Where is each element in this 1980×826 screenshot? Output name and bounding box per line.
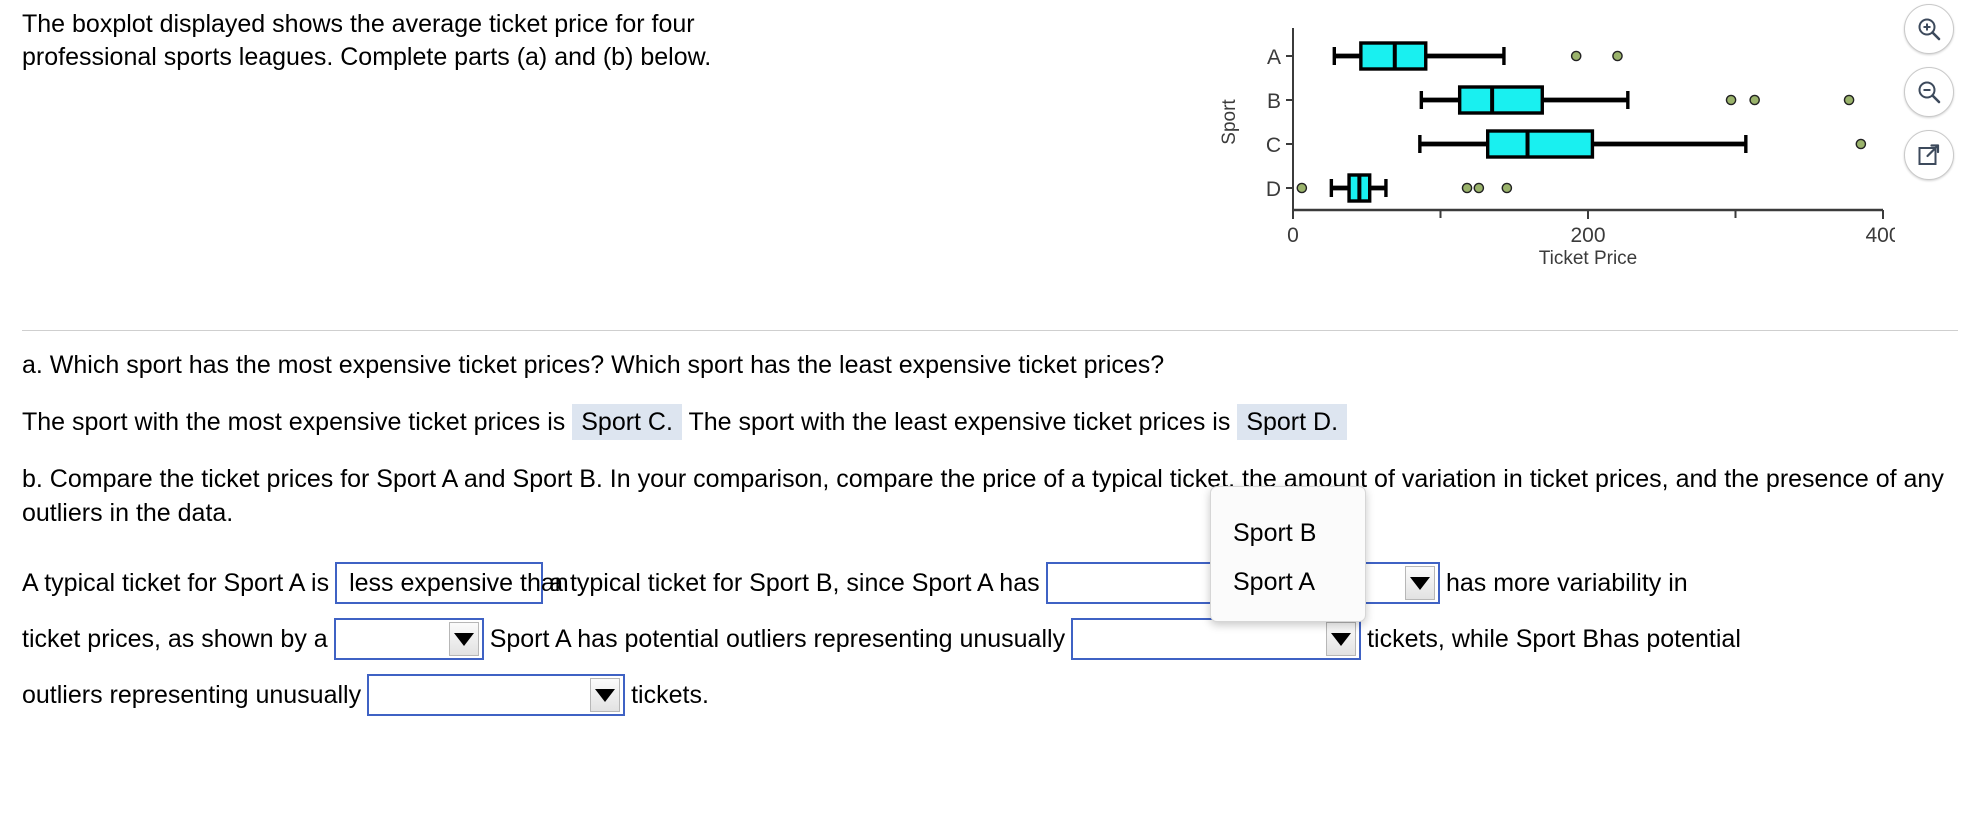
x-tick-label-400: 400 (1865, 224, 1895, 247)
part-a-answer-line: The sport with the most expensive ticket… (22, 404, 1962, 440)
line1-post-text: has more variability in (1445, 569, 1688, 597)
x-tick-label-200: 200 (1570, 224, 1605, 247)
line2-post-text: has potential (1599, 625, 1741, 653)
y-tick-label-D: D (1266, 178, 1281, 201)
part-b-question: b. Compare the ticket prices for Sport A… (22, 465, 1944, 527)
box-A (1332, 41, 1623, 71)
x-tick-label-0: 0 (1287, 224, 1299, 247)
part-b-line-2: ticket prices, as shown by a Sport A has… (22, 616, 1962, 662)
outlier-point (1296, 182, 1308, 194)
box-B (1419, 85, 1855, 115)
y-axis-title: Sport (1219, 99, 1240, 145)
part-b-line-1: A typical ticket for Sport A is less exp… (22, 560, 1962, 606)
dropdown-option-1[interactable]: Sport A (1211, 558, 1365, 607)
outlier-point (1855, 138, 1867, 150)
zoom-in-icon (1918, 18, 1941, 41)
outlier-point (1570, 50, 1582, 62)
part-a-answer-2: Sport D. (1237, 404, 1348, 440)
open-dropdown-menu[interactable]: Sport B Sport A (1210, 486, 1366, 622)
outlier-point (1749, 94, 1760, 106)
select-outlier-type-b[interactable] (367, 674, 626, 716)
y-tick-label-A: A (1267, 46, 1281, 69)
box-C (1418, 129, 1867, 159)
part-a-block: a. Which sport has the most expensive ti… (22, 348, 1962, 552)
line2-mid-text: Sport A has potential outliers represent… (489, 625, 1066, 653)
boxplot-chart: A B C D Sport 0 200 400 Ticket Price (1215, 18, 1895, 268)
exercise-page: The boxplot displayed shows the average … (0, 0, 1980, 826)
open-in-new-window-button[interactable] (1904, 130, 1954, 180)
chevron-down-icon[interactable] (1326, 622, 1357, 656)
outlier-point (1843, 94, 1855, 106)
zoom-out-icon (1918, 81, 1941, 104)
zoom-in-button[interactable] (1904, 4, 1954, 54)
select-comparison-price[interactable]: less expensive than (335, 562, 569, 604)
problem-statement: The boxplot displayed shows the average … (22, 10, 712, 71)
select-sport-more-variability[interactable] (1357, 562, 1440, 604)
part-a-question: a. Which sport has the most expensive ti… (22, 351, 1165, 379)
select-variation-measure[interactable] (333, 618, 484, 660)
x-axis-title: Ticket Price (1539, 248, 1638, 268)
outlier-point (1612, 50, 1623, 62)
line1-pre-text: A typical ticket for Sport A is (22, 569, 330, 597)
y-tick-label-B: B (1267, 90, 1281, 113)
outlier-point (1461, 182, 1473, 194)
select-outlier-type-a[interactable] (1071, 618, 1362, 660)
y-tick-label-C: C (1266, 134, 1281, 157)
outlier-point (1501, 182, 1513, 194)
chevron-down-icon[interactable] (448, 622, 479, 656)
line3-post-text: tickets. (631, 681, 709, 709)
line2-pre-text: ticket prices, as shown by a (22, 625, 328, 653)
outlier-point (1473, 182, 1485, 194)
zoom-out-button[interactable] (1904, 67, 1954, 117)
chevron-down-icon[interactable] (590, 678, 621, 712)
part-b-answer-form: A typical ticket for Sport A is less exp… (22, 560, 1962, 728)
boxplot-svg: ABCD Sport 0 200 400 Ticket Price (1219, 28, 1895, 268)
top-section: The boxplot displayed shows the average … (0, 0, 1980, 330)
line2-mid2-text: tickets, while Sport B (1367, 625, 1600, 653)
part-a-sentence-1: The sport with the most expensive ticket… (22, 408, 566, 436)
section-divider (22, 330, 1958, 331)
select-comparison-price-value: less expensive than (349, 568, 569, 597)
part-a-sentence-2: The sport with the least expensive ticke… (688, 408, 1231, 436)
part-b-line-3: outliers representing unusually tickets. (22, 672, 1962, 718)
outlier-point (1725, 94, 1737, 106)
open-in-new-window-icon (1918, 144, 1940, 165)
line1-mid-text: a typical ticket for Sport B, since Spor… (549, 569, 1040, 597)
part-a-answer-1: Sport C. (572, 404, 682, 440)
box-D (1296, 173, 1513, 203)
chevron-down-icon[interactable] (1404, 566, 1435, 600)
dropdown-option-0[interactable]: Sport B (1211, 509, 1365, 558)
chart-toolbar (1904, 4, 1960, 193)
line3-pre-text: outliers representing unusually (22, 681, 362, 709)
